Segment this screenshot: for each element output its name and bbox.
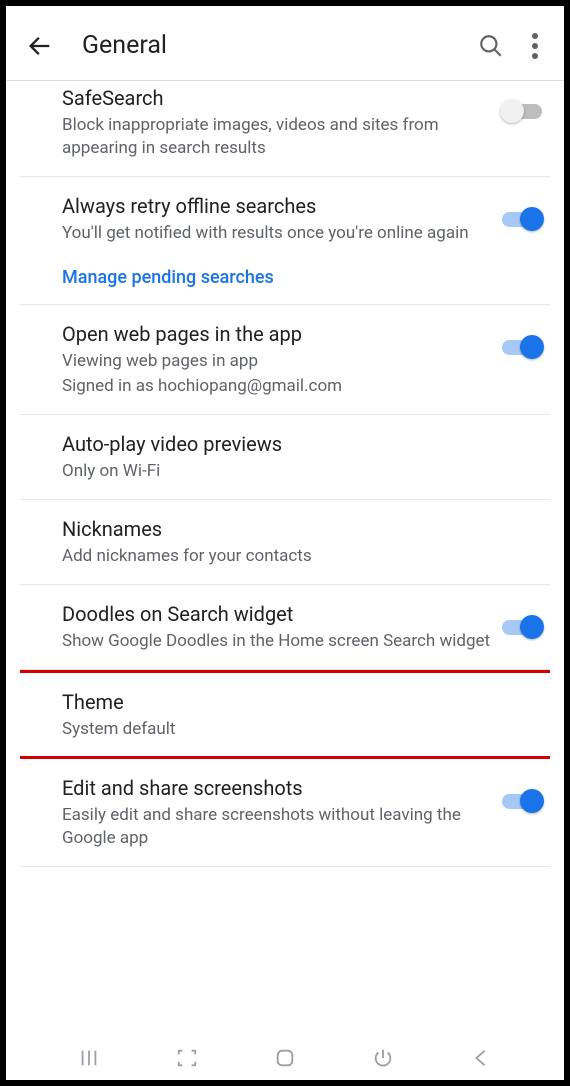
manage-pending-link[interactable]: Manage pending searches — [62, 267, 274, 288]
back-nav-icon[interactable] — [469, 1046, 493, 1070]
toggle-screenshots[interactable] — [502, 789, 542, 813]
item-safesearch[interactable]: SafeSearch Block inappropriate images, v… — [20, 81, 550, 177]
item-sub: System default — [62, 718, 532, 741]
back-icon[interactable] — [26, 32, 54, 60]
more-vert-icon[interactable] — [532, 33, 538, 59]
item-sub: Block inappropriate images, videos and s… — [62, 114, 492, 160]
item-sub: You'll get notified with results once yo… — [62, 222, 492, 245]
item-sub: Add nicknames for your contacts — [62, 545, 532, 568]
item-title: SafeSearch — [62, 85, 492, 112]
toggle-safesearch[interactable] — [502, 99, 542, 123]
item-title: Doodles on Search widget — [62, 601, 492, 628]
item-title: Theme — [62, 689, 532, 716]
screenshot-icon[interactable] — [175, 1046, 199, 1070]
recents-icon[interactable] — [77, 1046, 101, 1070]
item-screenshots[interactable]: Edit and share screenshots Easily edit a… — [20, 759, 550, 867]
item-title: Edit and share screenshots — [62, 775, 492, 802]
power-icon[interactable] — [371, 1046, 395, 1070]
toggle-doodles[interactable] — [502, 615, 542, 639]
item-open-web[interactable]: Open web pages in the app Viewing web pa… — [20, 305, 550, 415]
page-title: General — [82, 31, 478, 60]
toggle-open-web[interactable] — [502, 335, 542, 359]
item-sub: Viewing web pages in app — [62, 350, 492, 373]
search-icon[interactable] — [478, 33, 504, 59]
item-title: Always retry offline searches — [62, 193, 492, 220]
toggle-retry-offline[interactable] — [502, 207, 542, 231]
home-icon[interactable] — [273, 1046, 297, 1070]
item-sub: Show Google Doodles in the Home screen S… — [62, 630, 492, 653]
item-theme[interactable]: Theme System default — [20, 673, 550, 757]
item-sub: Only on Wi-Fi — [62, 460, 532, 483]
item-sub: Easily edit and share screenshots withou… — [62, 804, 492, 850]
item-title: Auto-play video previews — [62, 431, 532, 458]
item-sub: Signed in as hochiopang@gmail.com — [62, 375, 492, 398]
header: General — [20, 21, 550, 80]
item-doodles[interactable]: Doodles on Search widget Show Google Doo… — [20, 585, 550, 670]
theme-highlight: Theme System default — [20, 670, 550, 760]
item-retry-offline[interactable]: Always retry offline searches You'll get… — [20, 177, 550, 305]
item-title: Nicknames — [62, 516, 532, 543]
nav-bar — [20, 1028, 550, 1070]
item-autoplay[interactable]: Auto-play video previews Only on Wi-Fi — [20, 415, 550, 500]
item-title: Open web pages in the app — [62, 321, 492, 348]
item-nicknames[interactable]: Nicknames Add nicknames for your contact… — [20, 500, 550, 585]
settings-list: SafeSearch Block inappropriate images, v… — [20, 81, 550, 1028]
